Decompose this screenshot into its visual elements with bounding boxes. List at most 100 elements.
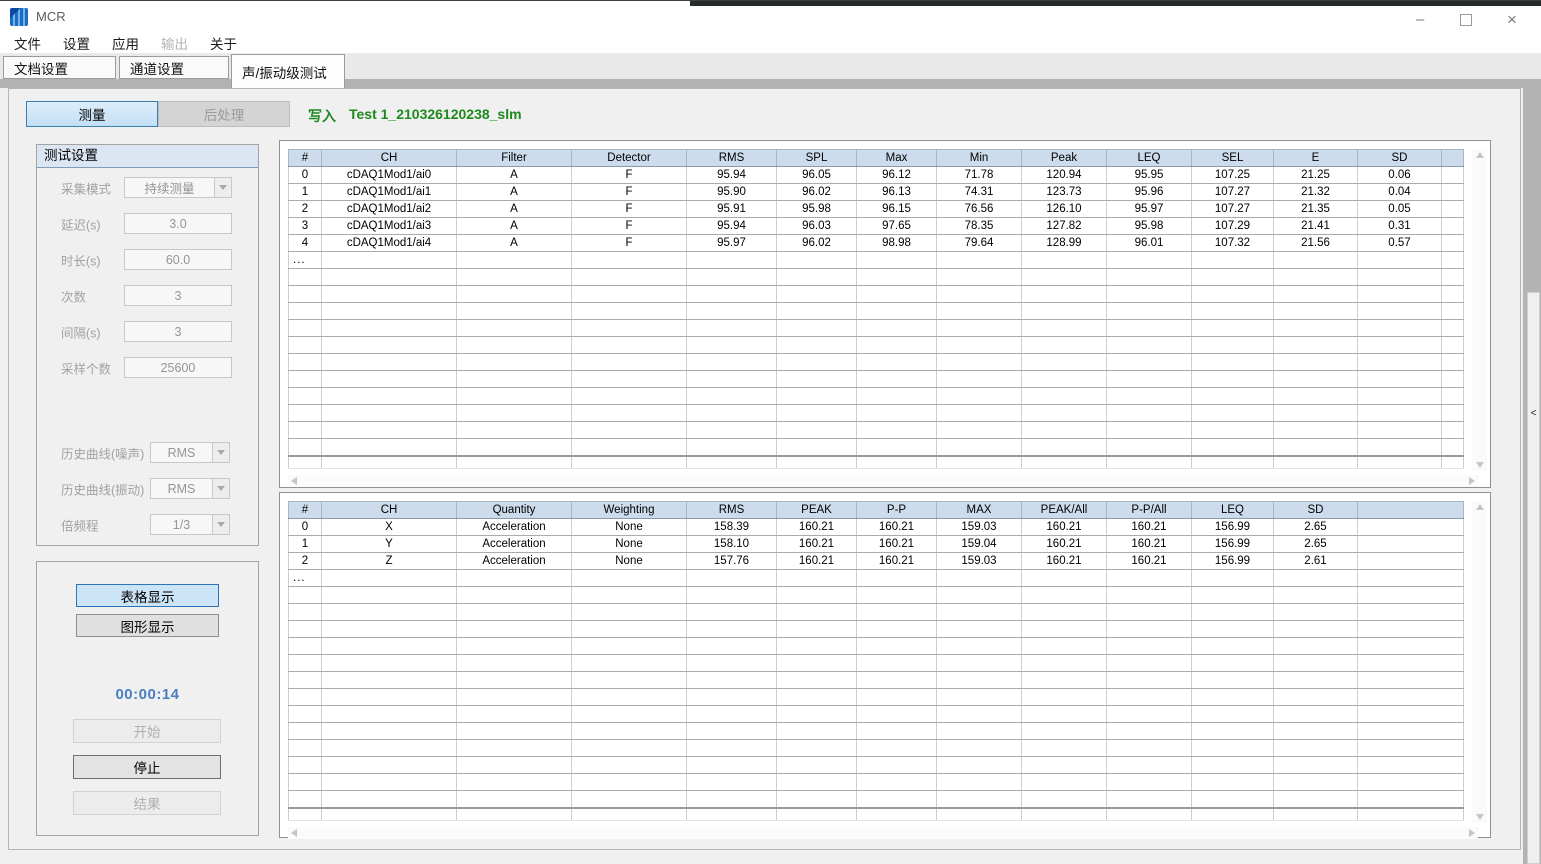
table-cell[interactable]: 96.13 — [857, 184, 937, 201]
table-cell[interactable]: 95.97 — [687, 235, 777, 252]
table-cell[interactable]: 21.32 — [1274, 184, 1358, 201]
chevron-down-icon[interactable] — [212, 479, 229, 498]
table-cell[interactable]: 95.98 — [1107, 218, 1192, 235]
table-cell[interactable]: cDAQ1Mod1/ai4 — [322, 235, 457, 252]
table-cell[interactable]: 76.56 — [937, 201, 1022, 218]
table-cell[interactable]: 107.29 — [1192, 218, 1274, 235]
table-cell[interactable]: 96.02 — [777, 235, 857, 252]
table-cell[interactable]: None — [572, 536, 687, 553]
data-row[interactable]: 2cDAQ1Mod1/ai2AF95.9195.9896.1576.56126.… — [289, 201, 1464, 218]
table-cell[interactable]: 158.39 — [687, 519, 777, 536]
table-cell[interactable] — [1358, 519, 1464, 536]
table-cell[interactable]: 95.98 — [777, 201, 857, 218]
table-cell[interactable]: 107.27 — [1192, 184, 1274, 201]
table-cell[interactable]: 160.21 — [777, 553, 857, 570]
table-cell[interactable]: 0.06 — [1358, 167, 1442, 184]
table-cell[interactable]: 2.65 — [1274, 519, 1358, 536]
table-cell[interactable]: 128.99 — [1022, 235, 1107, 252]
table-cell[interactable]: 123.73 — [1022, 184, 1107, 201]
table-cell[interactable]: 159.03 — [937, 553, 1022, 570]
table-cell[interactable]: A — [457, 167, 572, 184]
acquisition-mode-dropdown[interactable]: 持续测量 — [124, 177, 232, 198]
table-cell[interactable]: 4 — [289, 235, 322, 252]
table-view-button[interactable]: 表格显示 — [76, 584, 219, 607]
delay-input[interactable]: 3.0 — [124, 213, 232, 234]
table-cell[interactable]: 0.57 — [1358, 235, 1442, 252]
menu-item-file[interactable]: 文件 — [3, 33, 52, 53]
table-cell[interactable]: 159.04 — [937, 536, 1022, 553]
table-cell[interactable]: 107.27 — [1192, 201, 1274, 218]
table-cell[interactable]: 160.21 — [1107, 519, 1192, 536]
table-cell[interactable]: 21.35 — [1274, 201, 1358, 218]
table-cell[interactable]: 1 — [289, 184, 322, 201]
table-cell[interactable]: 160.21 — [777, 536, 857, 553]
data-row[interactable]: 2ZAccelerationNone157.76160.21160.21159.… — [289, 553, 1464, 570]
data-row[interactable]: 3cDAQ1Mod1/ai3AF95.9496.0397.6578.35127.… — [289, 218, 1464, 235]
vertical-scrollbar[interactable] — [1472, 149, 1487, 471]
maximize-button[interactable] — [1443, 6, 1489, 33]
scroll-left-icon[interactable] — [291, 477, 297, 485]
table-cell[interactable]: A — [457, 184, 572, 201]
count-input[interactable]: 3 — [124, 285, 232, 306]
measure-button[interactable]: 测量 — [26, 101, 158, 127]
menu-item-settings[interactable]: 设置 — [52, 33, 101, 53]
duration-input[interactable]: 60.0 — [124, 249, 232, 270]
start-button[interactable]: 开始 — [73, 719, 221, 743]
table-cell[interactable]: 96.05 — [777, 167, 857, 184]
table-cell[interactable]: 71.78 — [937, 167, 1022, 184]
table-cell[interactable]: 160.21 — [1107, 536, 1192, 553]
table-cell[interactable]: Z — [322, 553, 457, 570]
table-cell[interactable] — [1442, 218, 1464, 235]
table-cell[interactable]: Y — [322, 536, 457, 553]
table-cell[interactable]: A — [457, 201, 572, 218]
table-cell[interactable]: 95.97 — [1107, 201, 1192, 218]
close-button[interactable]: × — [1489, 6, 1535, 33]
table-cell[interactable]: 156.99 — [1192, 553, 1274, 570]
table-cell[interactable]: 95.90 — [687, 184, 777, 201]
table-cell[interactable]: X — [322, 519, 457, 536]
sample-count-input[interactable]: 25600 — [124, 357, 232, 378]
table-cell[interactable]: 2.61 — [1274, 553, 1358, 570]
scroll-down-icon[interactable] — [1476, 462, 1484, 468]
table-cell[interactable]: 2 — [289, 553, 322, 570]
table-cell[interactable]: 95.96 — [1107, 184, 1192, 201]
table-cell[interactable]: 107.25 — [1192, 167, 1274, 184]
table-cell[interactable]: F — [572, 184, 687, 201]
data-row[interactable]: 1YAccelerationNone158.10160.21160.21159.… — [289, 536, 1464, 553]
table-cell[interactable]: cDAQ1Mod1/ai2 — [322, 201, 457, 218]
table-cell[interactable]: F — [572, 201, 687, 218]
table-cell[interactable]: 0.31 — [1358, 218, 1442, 235]
interval-input[interactable]: 3 — [124, 321, 232, 342]
table-cell[interactable]: 0 — [289, 167, 322, 184]
table-cell[interactable]: 160.21 — [857, 519, 937, 536]
table-cell[interactable]: None — [572, 519, 687, 536]
table-cell[interactable] — [1358, 553, 1464, 570]
horizontal-scrollbar[interactable] — [288, 475, 1478, 487]
data-row[interactable]: 1cDAQ1Mod1/ai1AF95.9096.0296.1374.31123.… — [289, 184, 1464, 201]
table-cell[interactable]: 159.03 — [937, 519, 1022, 536]
table-cell[interactable]: 96.12 — [857, 167, 937, 184]
table-cell[interactable]: 156.99 — [1192, 519, 1274, 536]
table-cell[interactable]: 127.82 — [1022, 218, 1107, 235]
table-cell[interactable]: 160.21 — [1022, 536, 1107, 553]
chevron-down-icon[interactable] — [212, 515, 229, 534]
table-cell[interactable]: 107.32 — [1192, 235, 1274, 252]
table-cell[interactable]: 126.10 — [1022, 201, 1107, 218]
table-cell[interactable]: 78.35 — [937, 218, 1022, 235]
history-curve-noise-dropdown[interactable]: RMS — [150, 442, 230, 463]
table-cell[interactable]: 2 — [289, 201, 322, 218]
menu-item-application[interactable]: 应用 — [101, 33, 150, 53]
postprocess-button[interactable]: 后处理 — [158, 101, 290, 127]
graph-view-button[interactable]: 图形显示 — [76, 614, 219, 637]
table-cell[interactable]: 160.21 — [1022, 553, 1107, 570]
horizontal-scrollbar[interactable] — [288, 827, 1478, 839]
result-button[interactable]: 结果 — [73, 791, 221, 815]
table-cell[interactable]: 95.94 — [687, 167, 777, 184]
table-cell[interactable]: 96.02 — [777, 184, 857, 201]
table-cell[interactable]: A — [457, 235, 572, 252]
table-cell[interactable] — [1442, 201, 1464, 218]
table-cell[interactable]: 2.65 — [1274, 536, 1358, 553]
table-cell[interactable]: 1 — [289, 536, 322, 553]
table-cell[interactable]: 96.03 — [777, 218, 857, 235]
table-cell[interactable]: 95.91 — [687, 201, 777, 218]
